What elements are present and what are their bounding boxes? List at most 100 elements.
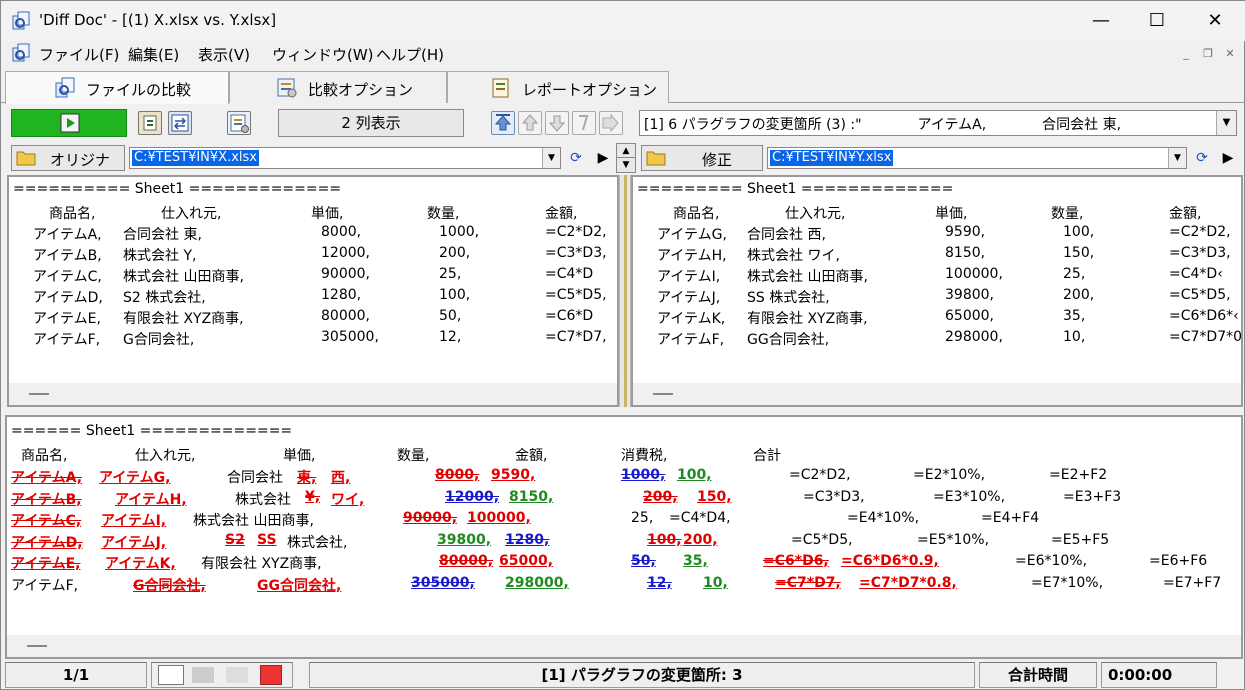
tab-label: ファイルの比較	[86, 81, 192, 99]
time-value: 0:00:00	[1101, 662, 1217, 688]
refresh-icon[interactable]: ⟳	[1191, 147, 1213, 169]
help-change-icon[interactable]	[599, 111, 623, 135]
column-header: 単価,	[283, 448, 316, 464]
inserted-text: 65000,	[499, 553, 554, 569]
tab-file-compare[interactable]: ファイルの比較	[5, 71, 229, 104]
diff-cell: =E6*10%,	[1015, 553, 1088, 569]
deleted-text: アイテムD,	[11, 534, 83, 551]
inserted-text: 西,	[331, 470, 351, 486]
copy-icon[interactable]	[138, 111, 162, 135]
diff-cell: =E4*10%,	[847, 510, 920, 526]
scroll-thumb[interactable]	[29, 393, 49, 395]
deleted-text: 1280,	[505, 531, 550, 548]
tab-strip: ファイルの比較 比較オプション レポートオプション	[1, 69, 1245, 104]
view-mode-button[interactable]: 2 列表示	[278, 109, 464, 137]
table-cell: 305000,	[321, 329, 379, 345]
scroll-thumb[interactable]	[653, 393, 673, 395]
export-icon[interactable]	[226, 667, 248, 683]
first-change-icon[interactable]	[491, 111, 515, 135]
minimize-button[interactable]: —	[1073, 1, 1129, 41]
tab-report-options[interactable]: レポートオプション	[447, 71, 669, 103]
table-cell: =C7*D7,	[545, 329, 607, 345]
change-list-combo[interactable]: [1] 6 パラグラフの変更箇所 (3) :" アイテムA, 合同会社 東, 8…	[639, 110, 1237, 136]
inserted-text: =C7*D7*0.8,	[859, 574, 957, 591]
title-bar: 'Diff Doc' - [(1) X.xlsx vs. Y.xlsx] — ☐…	[1, 1, 1245, 41]
menu-edit[interactable]: 編集(E)	[128, 44, 179, 65]
text-view-icon[interactable]	[158, 665, 184, 685]
table-cell: 35,	[1063, 308, 1086, 324]
sheet-header: ====== Sheet1 =============	[11, 423, 293, 439]
next-change-icon[interactable]	[545, 111, 569, 135]
chevron-down-icon[interactable]: ▼	[542, 148, 560, 168]
expand-right-icon[interactable]: ▶	[1217, 147, 1239, 169]
menu-help[interactable]: ヘルプ(H)	[376, 44, 444, 65]
column-header: 商品名,	[21, 448, 68, 464]
chevron-down-icon[interactable]: ▼	[1216, 111, 1236, 135]
deleted-text: 東,	[297, 470, 317, 486]
save-icon[interactable]	[260, 665, 282, 685]
menu-window[interactable]: ウィンドウ(W)	[272, 44, 374, 65]
table-cell: アイテムG,	[657, 227, 727, 243]
deleted-text: G合同会社,	[133, 577, 206, 594]
table-cell: =C4*D‹	[1169, 266, 1223, 282]
modified-file-button[interactable]: 修正	[641, 145, 763, 171]
column-header: 金額,	[1169, 206, 1202, 222]
document-icon[interactable]	[11, 43, 31, 63]
pane-splitter[interactable]	[619, 175, 631, 407]
inserted-text: アイテムH,	[115, 491, 187, 508]
chevron-up-icon[interactable]: ▲	[617, 144, 635, 158]
diff-cell: 株式会社 山田商事,	[193, 513, 314, 529]
table-cell: 200,	[439, 245, 471, 261]
prev-change-icon[interactable]	[518, 111, 542, 135]
deleted-text: アイテムA,	[11, 470, 83, 486]
table-cell: 298000,	[945, 329, 1003, 345]
mdi-minimize-button[interactable]: _	[1177, 45, 1195, 63]
maximize-button[interactable]: ☐	[1129, 1, 1185, 41]
modified-path-input[interactable]: C:¥TEST¥IN¥Y.xlsx ▼	[767, 147, 1187, 169]
table-cell: 100,	[439, 287, 471, 303]
goto-change-icon[interactable]	[572, 111, 596, 135]
run-compare-button[interactable]	[11, 109, 127, 137]
diff-result-pane[interactable]: ====== Sheet1 ============= 商品名, 仕入れ元, 単価,…	[5, 415, 1243, 659]
expand-right-icon[interactable]: ▶	[592, 147, 614, 169]
column-header: 数量,	[397, 448, 430, 464]
mdi-close-button[interactable]: ✕	[1221, 45, 1239, 63]
original-path-input[interactable]: C:¥TEST¥IN¥X.xlsx ▼	[129, 147, 561, 169]
toolbar: 2 列表示 [1] 6 パラグラフの変更箇所 (3) :" アイテムA, 合同会…	[1, 107, 1245, 139]
tab-compare-options[interactable]: 比較オプション	[229, 71, 447, 103]
sheet-header: ========= Sheet1 =============	[637, 181, 954, 197]
scroll-thumb[interactable]	[27, 645, 47, 647]
inserted-text: 200,	[683, 531, 718, 548]
folder-icon	[16, 151, 36, 166]
table-cell: 10,	[1063, 329, 1086, 345]
column-header: 合計	[753, 448, 781, 464]
table-cell: アイテムA,	[33, 227, 102, 243]
print-icon[interactable]	[192, 667, 214, 683]
original-file-button[interactable]: オリジナル	[11, 145, 125, 190]
swap-icon[interactable]	[168, 111, 192, 135]
horizontal-scrollbar[interactable]	[633, 383, 1241, 405]
table-cell: 8150,	[945, 245, 986, 261]
table-cell: GG合同会社,	[747, 332, 830, 348]
pane-sync-spinner[interactable]: ▲ ▼	[616, 143, 636, 173]
status-bar: 1/1 [1] パラグラフの変更箇所: 3 合計時間 0:00:00	[1, 661, 1245, 690]
mdi-restore-button[interactable]: ❐	[1199, 45, 1217, 63]
table-cell: 150,	[1063, 245, 1095, 261]
chevron-down-icon[interactable]: ▼	[1168, 148, 1186, 168]
deleted-text: S2	[225, 531, 245, 548]
menu-file[interactable]: ファイル(F)	[39, 44, 119, 65]
options-icon	[277, 78, 297, 98]
refresh-icon[interactable]: ⟳	[565, 147, 587, 169]
inserted-text: GG合同会社,	[257, 577, 342, 594]
close-button[interactable]: ✕	[1187, 1, 1243, 41]
horizontal-scrollbar[interactable]	[7, 635, 1241, 657]
menu-view[interactable]: 表示(V)	[198, 44, 250, 65]
chevron-down-icon[interactable]: ▼	[617, 158, 635, 172]
inserted-text: =C6*D6*0.9,	[841, 553, 939, 569]
splitter-line	[624, 175, 627, 407]
settings-icon[interactable]	[227, 111, 251, 135]
horizontal-scrollbar[interactable]	[9, 383, 617, 405]
original-pane[interactable]: ========== Sheet1 ============= 商品名, 仕入れ元…	[7, 175, 619, 407]
table-cell: 1280,	[321, 287, 362, 303]
modified-pane[interactable]: ========= Sheet1 ============= 商品名, 仕入れ元,…	[631, 175, 1243, 407]
